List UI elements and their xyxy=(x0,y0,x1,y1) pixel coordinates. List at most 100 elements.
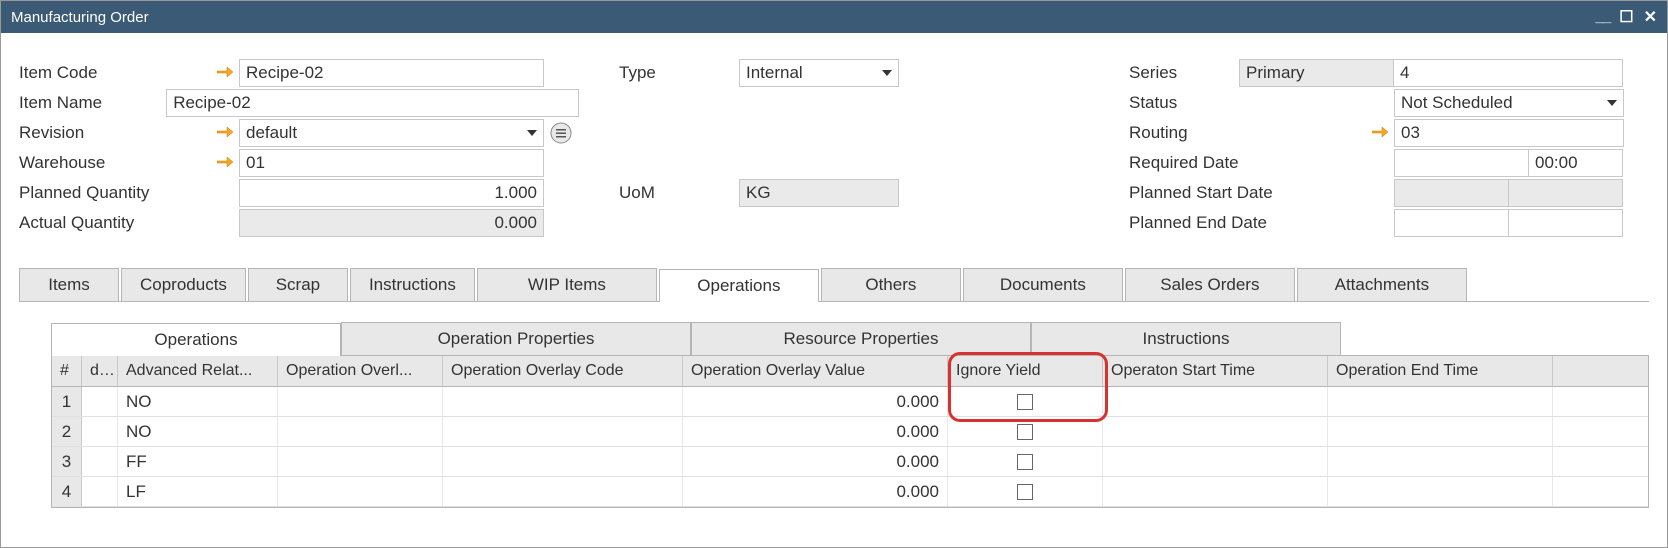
col-advanced-relation[interactable]: Advanced Relat... xyxy=(118,356,278,386)
list-icon[interactable] xyxy=(550,122,572,144)
cell-overlay-id[interactable] xyxy=(278,477,443,506)
chevron-down-icon xyxy=(1607,100,1617,106)
checkbox-icon[interactable] xyxy=(1017,394,1033,410)
subtab-instructions[interactable]: Instructions xyxy=(1031,322,1341,355)
required-time-input[interactable] xyxy=(1528,149,1623,177)
cell-ignore-yield[interactable] xyxy=(948,387,1103,416)
cell-overlay-id[interactable] xyxy=(278,447,443,476)
cell-advanced-relation[interactable]: NO xyxy=(118,387,278,416)
cell-overlay-value[interactable]: 0.000 xyxy=(683,387,948,416)
cell-start-time[interactable] xyxy=(1103,387,1328,416)
link-arrow-icon[interactable] xyxy=(217,63,233,83)
link-arrow-icon[interactable] xyxy=(217,123,233,143)
cell-end-time[interactable] xyxy=(1328,477,1553,506)
warehouse-input[interactable] xyxy=(239,149,544,177)
cell-start-time[interactable] xyxy=(1103,447,1328,476)
col-operation-start-time[interactable]: Operaton Start Time xyxy=(1103,356,1328,386)
tab-others[interactable]: Others xyxy=(821,268,961,301)
revision-select[interactable]: default xyxy=(239,119,544,147)
planned-qty-input[interactable] xyxy=(239,179,544,207)
cell-advanced-relation[interactable]: FF xyxy=(118,447,278,476)
window-controls: __ ☐ ✕ xyxy=(1595,7,1657,27)
cell-advanced-relation[interactable]: LF xyxy=(118,477,278,506)
cell-overlay-value[interactable]: 0.000 xyxy=(683,447,948,476)
col-operation-overlay-id[interactable]: Operation Overl... xyxy=(278,356,443,386)
operations-subtabs: Operations Operation Properties Resource… xyxy=(51,322,1649,356)
series-no-input[interactable] xyxy=(1393,59,1623,87)
col-opcode[interactable]: d ... xyxy=(82,356,118,386)
title-bar: Manufacturing Order __ ☐ ✕ xyxy=(1,1,1667,33)
cell-opcode[interactable] xyxy=(82,417,118,446)
cell-opcode[interactable] xyxy=(82,387,118,416)
cell-end-time[interactable] xyxy=(1328,447,1553,476)
chevron-down-icon xyxy=(527,130,537,136)
cell-opcode[interactable] xyxy=(82,477,118,506)
cell-overlay-code[interactable] xyxy=(443,417,683,446)
item-code-input[interactable] xyxy=(239,59,544,87)
planned-end-date-input[interactable] xyxy=(1394,209,1509,237)
tab-scrap[interactable]: Scrap xyxy=(248,268,348,301)
required-date-label: Required Date xyxy=(1129,153,1394,173)
required-date-input[interactable] xyxy=(1394,149,1529,177)
cell-overlay-id[interactable] xyxy=(278,417,443,446)
checkbox-icon[interactable] xyxy=(1017,424,1033,440)
checkbox-icon[interactable] xyxy=(1017,454,1033,470)
tab-operations[interactable]: Operations xyxy=(659,269,819,302)
cell-overlay-code[interactable] xyxy=(443,477,683,506)
routing-input[interactable] xyxy=(1394,119,1624,147)
cell-ignore-yield[interactable] xyxy=(948,477,1103,506)
subtab-resource-properties[interactable]: Resource Properties xyxy=(691,322,1031,355)
tab-items[interactable]: Items xyxy=(19,268,119,301)
cell-end-time[interactable] xyxy=(1328,387,1553,416)
cell-overlay-code[interactable] xyxy=(443,387,683,416)
cell-overlay-value[interactable]: 0.000 xyxy=(683,477,948,506)
col-operation-end-time[interactable]: Operation End Time xyxy=(1328,356,1553,386)
col-operation-overlay-value[interactable]: Operation Overlay Value xyxy=(683,356,948,386)
cell-overlay-id[interactable] xyxy=(278,387,443,416)
subtab-operations[interactable]: Operations xyxy=(51,323,341,356)
cell-start-time[interactable] xyxy=(1103,417,1328,446)
item-name-input[interactable] xyxy=(166,89,579,117)
cell-overlay-code[interactable] xyxy=(443,447,683,476)
table-row[interactable]: 3FF0.000 xyxy=(52,447,1648,477)
close-icon[interactable]: ✕ xyxy=(1644,7,1657,27)
type-label: Type xyxy=(619,63,739,83)
tab-instructions[interactable]: Instructions xyxy=(350,268,475,301)
checkbox-icon[interactable] xyxy=(1017,484,1033,500)
uom-input xyxy=(739,179,899,207)
planned-end-time-input[interactable] xyxy=(1508,209,1623,237)
actual-qty-input xyxy=(239,209,544,237)
table-row[interactable]: 4 LF 0.000 xyxy=(52,477,1648,507)
tab-coproducts[interactable]: Coproducts xyxy=(121,268,246,301)
cell-end-time[interactable] xyxy=(1328,417,1553,446)
subtab-operation-properties[interactable]: Operation Properties xyxy=(341,322,691,355)
planned-qty-label: Planned Quantity xyxy=(19,183,239,203)
col-operation-overlay-code[interactable]: Operation Overlay Code xyxy=(443,356,683,386)
table-row[interactable]: 2NO0.000 xyxy=(52,417,1648,447)
chevron-down-icon xyxy=(882,70,892,76)
link-arrow-icon[interactable] xyxy=(1372,123,1388,143)
minimize-icon[interactable]: __ xyxy=(1595,8,1609,26)
cell-ignore-yield[interactable] xyxy=(948,417,1103,446)
cell-ignore-yield[interactable] xyxy=(948,447,1103,476)
link-arrow-icon[interactable] xyxy=(217,153,233,173)
type-select[interactable]: Internal xyxy=(739,59,899,87)
tab-sales-orders[interactable]: Sales Orders xyxy=(1125,268,1295,301)
col-rownum[interactable]: # xyxy=(52,356,82,386)
table-row[interactable]: 1NO0.000 xyxy=(52,387,1648,417)
cell-overlay-value[interactable]: 0.000 xyxy=(683,417,948,446)
status-label: Status xyxy=(1129,93,1394,113)
operations-grid: # d ... Advanced Relat... Operation Over… xyxy=(51,356,1649,508)
series-input xyxy=(1239,59,1394,87)
item-code-label: Item Code xyxy=(19,63,239,83)
col-ignore-yield[interactable]: Ignore Yield xyxy=(948,356,1103,386)
cell-start-time[interactable] xyxy=(1103,477,1328,506)
tab-attachments[interactable]: Attachments xyxy=(1297,268,1467,301)
maximize-icon[interactable]: ☐ xyxy=(1619,7,1633,27)
tab-documents[interactable]: Documents xyxy=(963,268,1123,301)
status-select[interactable]: Not Scheduled xyxy=(1394,89,1624,117)
row-number: 4 xyxy=(52,477,82,506)
tab-wip-items[interactable]: WIP Items xyxy=(477,268,657,301)
cell-advanced-relation[interactable]: NO xyxy=(118,417,278,446)
cell-opcode[interactable] xyxy=(82,447,118,476)
